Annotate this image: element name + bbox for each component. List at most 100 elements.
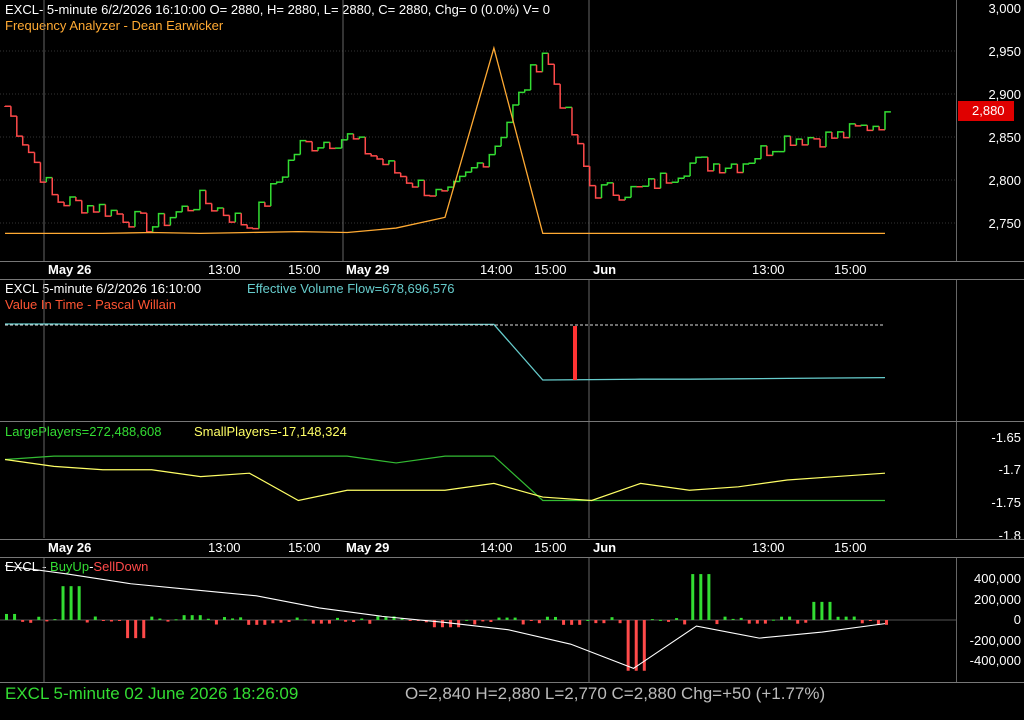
price-step (535, 64, 543, 73)
price-step (228, 215, 236, 223)
last-price-tag: 2,880 (958, 101, 1014, 121)
buyup-selldown-bar (739, 617, 743, 620)
price-step (441, 189, 448, 192)
price-step (512, 104, 519, 123)
buyup-selldown-bar (707, 574, 711, 620)
price-step (104, 204, 112, 217)
price-step (329, 142, 336, 150)
price-step (571, 107, 578, 136)
buyup-selldown-bar (53, 619, 57, 621)
price-step (736, 164, 744, 174)
buyup-selldown-bar (336, 617, 340, 620)
players-axis[interactable]: -1.65 -1.7 -1.75 -1.8 (956, 422, 1024, 543)
buyup-tick: -200,000 (969, 633, 1021, 648)
price-step (370, 153, 378, 157)
buyup-selldown-bar (37, 616, 41, 620)
price-step (860, 124, 868, 126)
time-label: 13:00 (208, 540, 241, 555)
price-tick: 2,900 (988, 87, 1021, 102)
buyup-selldown-bar (142, 620, 146, 639)
time-axis-bottom[interactable]: May 26 13:00 15:00 May 29 14:00 15:00 Ju… (0, 540, 956, 557)
price-step (382, 159, 389, 166)
buyup-selldown-bar (553, 616, 557, 620)
price-tick: 2,800 (988, 173, 1021, 188)
price-step (718, 164, 726, 174)
time-label: May 26 (48, 540, 92, 555)
buyup-selldown-bar (69, 586, 73, 620)
price-step (216, 207, 224, 211)
price-step (193, 208, 200, 211)
price-step (748, 162, 756, 165)
buyup-selldown-bar (287, 620, 291, 622)
players-tick: -1.7 (998, 462, 1021, 477)
price-step (470, 166, 478, 173)
buyup-selldown-bar (780, 616, 784, 620)
price-step (81, 200, 88, 214)
price-step (878, 126, 885, 131)
price-step (358, 136, 366, 139)
price-axis[interactable]: 3,000 2,950 2,900 2,850 2,800 2,750 (956, 0, 1024, 261)
buyup-tick: 400,000 (974, 571, 1021, 586)
time-label: 13:00 (752, 262, 785, 277)
price-step (16, 116, 23, 137)
price-step (317, 147, 324, 151)
time-axis-top[interactable]: May 26 13:00 15:00 May 29 14:00 15:00 Ju… (0, 262, 956, 279)
buyup-selldown-bar (578, 620, 582, 625)
volume-flow-axis[interactable] (956, 280, 1024, 421)
price-step (464, 171, 472, 177)
buyup-selldown-bar (247, 620, 251, 625)
price-step (523, 89, 531, 93)
buyup-selldown-bar (788, 616, 792, 620)
buyup-selldown-bar (239, 617, 243, 620)
buyup-selldown-bar (497, 617, 501, 620)
players-tick: -1.8 (998, 528, 1021, 543)
time-label: 15:00 (834, 262, 867, 277)
price-step (606, 182, 614, 185)
price-step (884, 111, 891, 130)
price-step (205, 190, 212, 205)
price-step (157, 212, 165, 227)
price-step (417, 179, 425, 187)
price-step (411, 183, 419, 188)
buyup-selldown-bar (45, 620, 49, 622)
buyup-selldown-bar (303, 619, 307, 621)
price-step (140, 211, 147, 214)
price-step (724, 167, 732, 173)
buyup-selldown-bar (198, 615, 202, 620)
price-tick: 2,750 (988, 216, 1021, 231)
price-step (529, 64, 537, 90)
time-label: 13:00 (208, 262, 241, 277)
buyup-selldown-bar (376, 616, 380, 620)
buyup-selldown-bar (295, 617, 299, 620)
price-step (789, 136, 797, 147)
price-step (210, 203, 218, 212)
time-label: 15:00 (534, 540, 567, 555)
buyup-selldown-bar (93, 616, 97, 620)
price-step (630, 185, 637, 198)
buyup-selldown-bar (166, 620, 170, 622)
buyup-selldown-bar (344, 620, 348, 622)
price-step (854, 123, 862, 127)
price-step (547, 53, 555, 66)
price-tick: 2,850 (988, 130, 1021, 145)
buyup-selldown-bar (731, 618, 735, 620)
time-label: May 29 (346, 540, 390, 555)
price-step (311, 141, 319, 152)
time-label: 15:00 (288, 262, 321, 277)
buyup-selldown-bar (368, 620, 372, 624)
time-label: 14:00 (480, 540, 513, 555)
volume-flow-line (5, 323, 886, 381)
price-step (39, 162, 47, 183)
buyup-selldown-bar (134, 620, 138, 639)
buyup-selldown-axis[interactable]: 400,000 200,000 0 -200,000 -400,000 (956, 558, 1024, 682)
buyup-selldown-bar (513, 617, 517, 620)
buyup-selldown-bar (820, 601, 824, 620)
price-step (476, 162, 484, 168)
price-tick: 3,000 (988, 1, 1021, 16)
buyup-selldown-bar (271, 620, 275, 624)
price-step (600, 184, 608, 198)
buyup-selldown-bar (860, 620, 864, 624)
buyup-selldown-bar (101, 620, 105, 622)
buyup-tick: -400,000 (969, 653, 1021, 668)
price-step (57, 194, 65, 203)
